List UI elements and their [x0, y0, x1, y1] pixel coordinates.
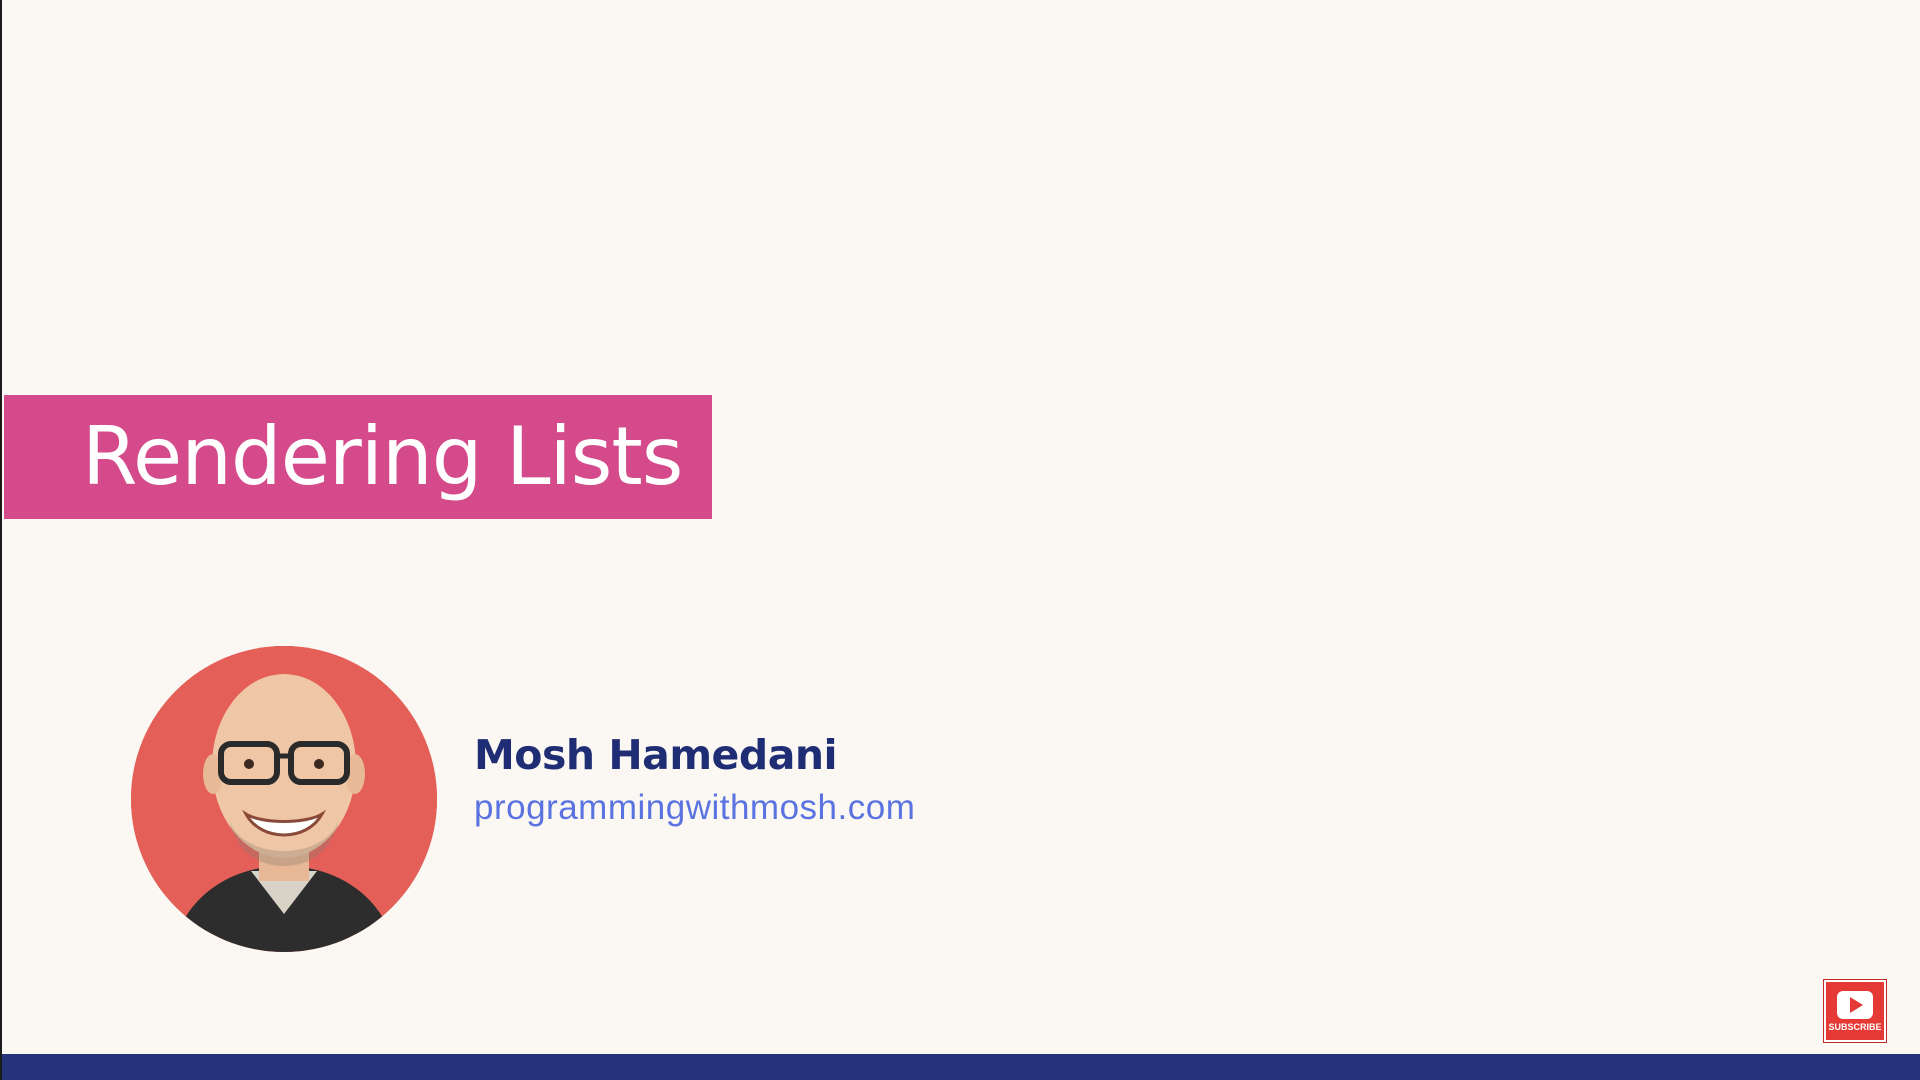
video-frame: Rendering Lists Mosh Hamedani programmin…	[0, 0, 1920, 1080]
play-icon	[1836, 990, 1874, 1020]
author-website: programmingwithmosh.com	[474, 788, 916, 827]
author-name: Mosh Hamedani	[474, 731, 838, 779]
author-info: Mosh Hamedani programmingwithmosh.com	[474, 731, 916, 827]
author-avatar	[131, 646, 437, 952]
subscribe-label: SUBSCRIBE	[1828, 1022, 1882, 1032]
slide-title: Rendering Lists	[82, 410, 683, 503]
person-photo-icon	[131, 646, 437, 952]
bottom-bar	[2, 1054, 1920, 1080]
title-banner: Rendering Lists	[4, 395, 712, 519]
subscribe-button[interactable]: SUBSCRIBE	[1824, 980, 1886, 1042]
